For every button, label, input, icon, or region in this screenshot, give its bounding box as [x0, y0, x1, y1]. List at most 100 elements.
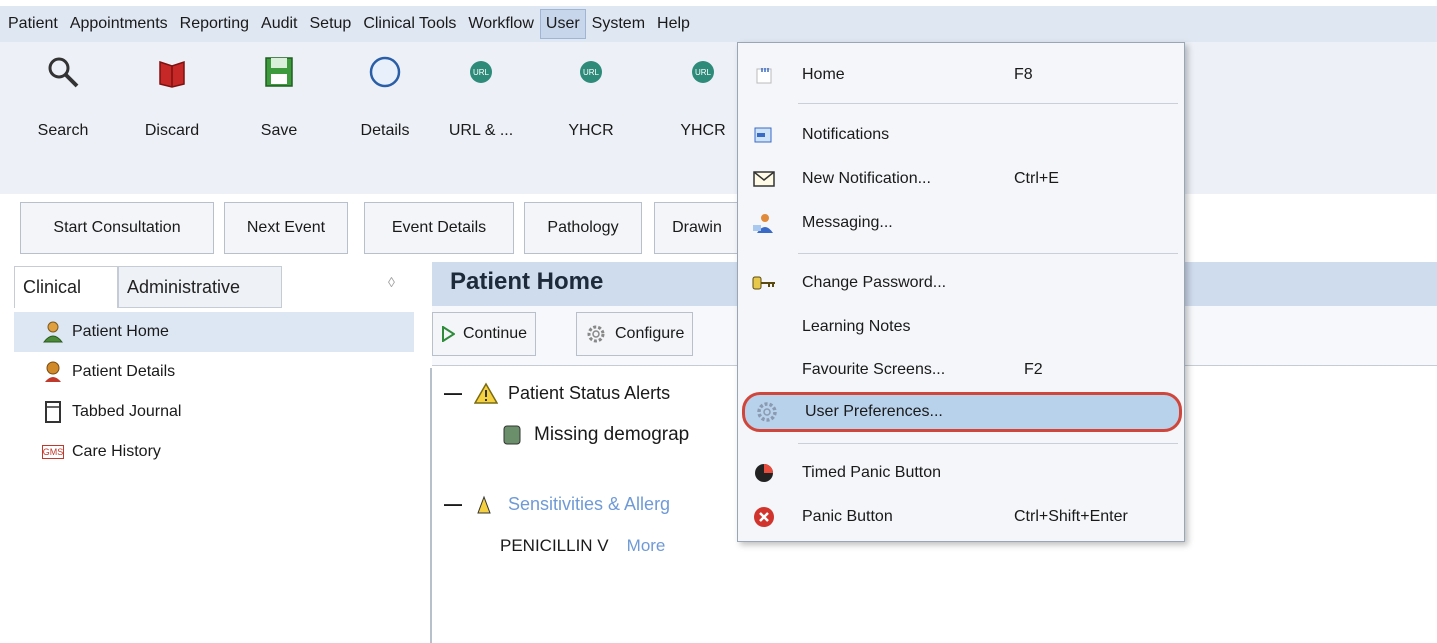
- discard-label: Discard: [144, 122, 200, 139]
- menu-setup[interactable]: Setup: [304, 9, 358, 39]
- nav-item-label: Patient Details: [72, 363, 176, 380]
- play-icon: [441, 326, 455, 342]
- menu-separator: [798, 253, 1178, 254]
- svg-text:URL: URL: [583, 68, 600, 77]
- menu-item-timed-panic-button[interactable]: Timed Panic Button: [738, 453, 1184, 493]
- menu-item-shortcut: Ctrl+Shift+Enter: [1014, 508, 1128, 525]
- url-button[interactable]: URL URL & ...: [442, 50, 520, 150]
- details-button[interactable]: Details: [346, 50, 424, 150]
- pin-icon[interactable]: ◊: [388, 274, 404, 290]
- pathology-button[interactable]: Pathology: [524, 202, 642, 254]
- menu-item-label: Notifications: [802, 126, 890, 143]
- main-toolbar: Search Discard Save Details URL URL & ..…: [0, 42, 1437, 194]
- details-label: Details: [360, 122, 410, 139]
- allergy-value: PENICILLIN V: [500, 536, 609, 555]
- event-details-button[interactable]: Event Details: [364, 202, 514, 254]
- alert-item-label: Missing demograp: [534, 424, 690, 445]
- page-title: Patient Home: [450, 268, 604, 295]
- status-alerts-section: — Patient Status Alerts: [444, 382, 670, 404]
- menu-separator: [798, 443, 1178, 444]
- tab-administrative[interactable]: Administrative: [118, 266, 282, 308]
- yhcr-button-2[interactable]: URL YHCR: [664, 50, 742, 150]
- svg-text:URL: URL: [473, 68, 490, 77]
- menu-item-label: Messaging...: [802, 214, 893, 231]
- nav-item-tabbed-journal[interactable]: Tabbed Journal: [14, 392, 414, 432]
- start-consultation-button[interactable]: Start Consultation: [20, 202, 214, 254]
- more-link[interactable]: More: [627, 536, 666, 556]
- nav-item-label: Tabbed Journal: [72, 403, 182, 420]
- collapse-toggle[interactable]: —: [444, 494, 462, 515]
- nav-item-label: Patient Home: [72, 323, 169, 340]
- nav-item-label: Care History: [72, 443, 161, 460]
- menu-item-change-password[interactable]: Change Password...: [738, 263, 1184, 303]
- menu-user[interactable]: User: [539, 9, 586, 39]
- next-event-button[interactable]: Next Event: [224, 202, 348, 254]
- menu-audit[interactable]: Audit: [255, 9, 303, 39]
- configure-label: Configure: [615, 325, 685, 342]
- warning-icon: [474, 382, 498, 404]
- save-button[interactable]: Save: [240, 50, 318, 150]
- discard-button[interactable]: Discard: [133, 50, 211, 150]
- notifications-icon: [750, 121, 778, 149]
- patient-details-icon: [42, 360, 64, 384]
- menu-item-label: New Notification...: [802, 170, 931, 187]
- gear-icon: [753, 398, 781, 426]
- menu-item-panic-button[interactable]: Panic Button Ctrl+Shift+Enter: [738, 497, 1184, 537]
- journal-icon: [42, 400, 64, 424]
- menu-appointments[interactable]: Appointments: [64, 9, 174, 39]
- home-icon: [750, 61, 778, 89]
- drawing-button[interactable]: Drawin: [654, 202, 740, 254]
- menu-patient[interactable]: Patient: [2, 9, 64, 39]
- search-button[interactable]: Search: [24, 50, 102, 150]
- nav-item-patient-home[interactable]: Patient Home: [14, 312, 414, 352]
- svg-text:URL: URL: [695, 68, 712, 77]
- sensitivities-title[interactable]: Sensitivities & Allerg: [508, 494, 670, 515]
- menu-workflow[interactable]: Workflow: [462, 9, 540, 39]
- app-window: Patient Appointments Reporting Audit Set…: [0, 0, 1437, 643]
- menu-item-label: Change Password...: [802, 274, 947, 291]
- menu-reporting[interactable]: Reporting: [174, 9, 255, 39]
- magnifier-icon: [48, 57, 79, 88]
- menu-item-label: Favourite Screens...: [802, 361, 946, 378]
- patient-home-icon: [42, 320, 64, 344]
- menu-bar: Patient Appointments Reporting Audit Set…: [0, 6, 1437, 42]
- url-globe-icon: URL: [470, 61, 492, 83]
- continue-label: Continue: [463, 325, 528, 342]
- url-globe-icon: URL: [580, 61, 602, 83]
- nav-item-care-history[interactable]: GMS Care History: [14, 432, 414, 472]
- tab-clinical[interactable]: Clinical: [14, 266, 118, 308]
- collapse-toggle[interactable]: —: [444, 383, 462, 404]
- menu-item-user-preferences[interactable]: User Preferences...: [742, 392, 1182, 432]
- menu-item-label: Home: [802, 66, 845, 83]
- menu-item-favourite-screens[interactable]: Favourite Screens... F2: [738, 350, 1184, 390]
- menu-item-messaging[interactable]: Messaging...: [738, 203, 1184, 243]
- messaging-icon: [750, 209, 778, 237]
- menu-item-label: Learning Notes: [802, 318, 911, 335]
- circle-icon: [369, 56, 401, 88]
- url-label: URL & ...: [448, 122, 514, 139]
- panic-icon: [750, 503, 778, 531]
- menu-item-shortcut: Ctrl+E: [1014, 170, 1059, 187]
- configure-button[interactable]: Configure: [576, 312, 694, 356]
- url-globe-icon: URL: [692, 61, 714, 83]
- alert-item[interactable]: Missing demograp: [502, 424, 689, 446]
- yhcr-button-1[interactable]: URL YHCR: [552, 50, 630, 150]
- menu-help[interactable]: Help: [651, 9, 696, 39]
- red-book-icon: [159, 60, 185, 88]
- sensitivities-section: — Sensitivities & Allerg: [444, 494, 670, 515]
- menu-separator: [798, 103, 1178, 104]
- menu-item-notifications[interactable]: Notifications: [738, 115, 1184, 155]
- menu-item-home[interactable]: Home F8: [738, 55, 1184, 95]
- continue-button[interactable]: Continue: [432, 312, 537, 356]
- allergy-icon: [474, 495, 494, 515]
- save-label: Save: [260, 122, 298, 139]
- envelope-icon: [750, 165, 778, 193]
- menu-system[interactable]: System: [586, 9, 651, 39]
- menu-item-learning-notes[interactable]: Learning Notes: [738, 307, 1184, 347]
- clinical-nav-list: Patient Home Patient Details Tabbed Jour…: [14, 312, 414, 472]
- menu-item-new-notification[interactable]: New Notification... Ctrl+E: [738, 159, 1184, 199]
- menu-item-shortcut: F2: [1024, 361, 1043, 378]
- nav-item-patient-details[interactable]: Patient Details: [14, 352, 414, 392]
- menu-clinical-tools[interactable]: Clinical Tools: [357, 9, 462, 39]
- menu-item-label: Timed Panic Button: [802, 464, 942, 481]
